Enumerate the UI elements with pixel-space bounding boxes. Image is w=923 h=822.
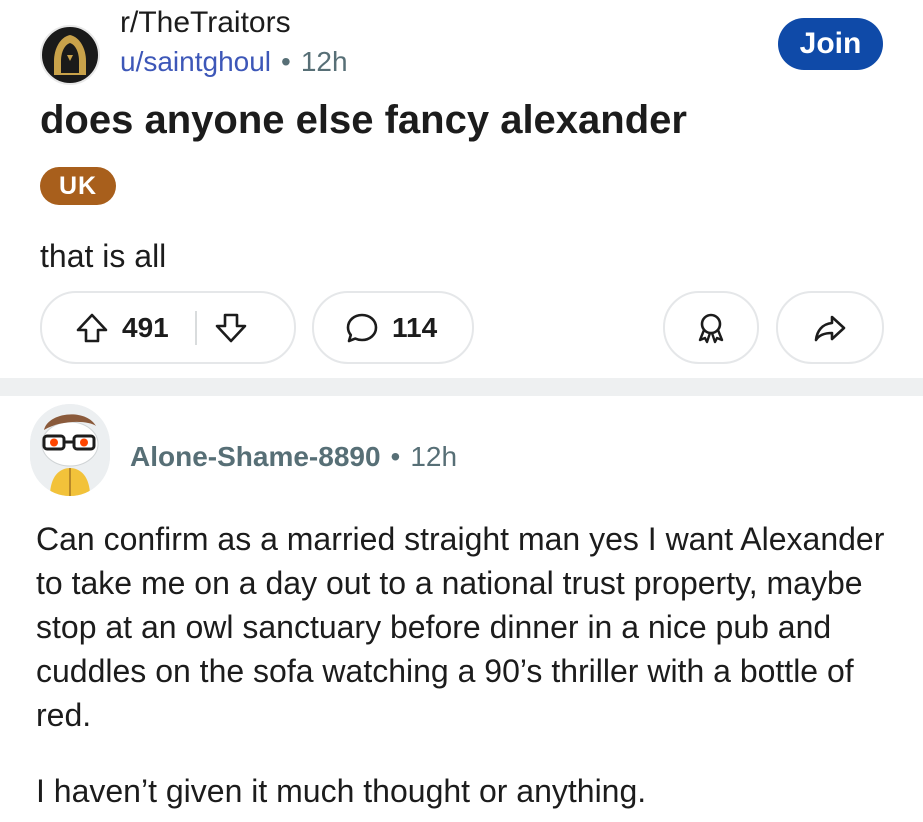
post-author[interactable]: u/saintghoul	[120, 46, 271, 77]
award-button[interactable]	[663, 291, 759, 364]
comment-body: Can confirm as a married straight man ye…	[36, 517, 896, 813]
upvote-count: 491	[122, 311, 169, 343]
comment-paragraph: Can confirm as a married straight man ye…	[36, 521, 885, 733]
post-meta: u/saintghoul • 12h	[120, 46, 348, 78]
snoo-avatar-icon[interactable]	[30, 404, 110, 496]
arrow-down-icon[interactable]	[213, 310, 249, 346]
flair-badge[interactable]: UK	[40, 167, 117, 205]
post-body: that is all	[40, 238, 167, 274]
award-icon	[693, 310, 729, 346]
subreddit-name[interactable]: r/TheTraitors	[120, 6, 291, 40]
meta-separator: •	[281, 46, 291, 77]
comment-time: 12h	[410, 441, 458, 472]
join-button[interactable]: Join	[778, 18, 883, 70]
comments-button[interactable]: 114	[312, 291, 474, 364]
post-time: 12h	[300, 46, 348, 77]
share-arrow-icon	[812, 310, 848, 346]
meta-separator: •	[390, 441, 401, 472]
comment-paragraph: I haven’t given it much thought or anyth…	[36, 773, 647, 809]
comment-author[interactable]: Alone-Shame-8890	[130, 441, 381, 472]
comment-meta: Alone-Shame-8890 • 12h	[130, 441, 457, 473]
comment-count: 114	[392, 311, 438, 343]
share-button[interactable]	[776, 291, 884, 364]
speech-bubble-icon	[344, 310, 380, 346]
vote-control: 491	[40, 291, 296, 364]
post-title[interactable]: does anyone else fancy alexander	[40, 98, 687, 143]
subreddit-avatar-icon[interactable]	[40, 25, 100, 85]
vote-divider	[194, 310, 197, 345]
section-divider	[0, 378, 923, 396]
arrow-up-icon[interactable]	[74, 310, 110, 346]
